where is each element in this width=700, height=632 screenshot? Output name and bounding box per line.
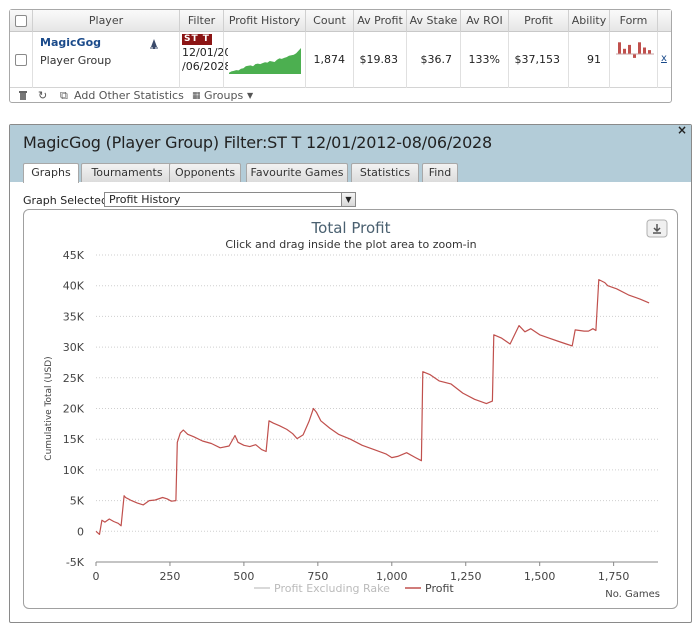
table-row[interactable]: MagicGog Player Group ST T 12/01/20 /06/… bbox=[10, 32, 671, 88]
y-tick-label: 40K bbox=[63, 280, 85, 293]
profit-value: $37,153 bbox=[509, 32, 569, 88]
player-group-label: Player Group bbox=[40, 54, 112, 67]
chart-container: Total Profit Click and drag inside the pl… bbox=[23, 209, 678, 609]
refresh-icon[interactable]: ↻ bbox=[38, 89, 47, 103]
y-axis-label: Cumulative Total (USD) bbox=[44, 356, 54, 460]
groups-dropdown[interactable]: Groups bbox=[204, 89, 243, 103]
graph-window: MagicGog (Player Group) Filter:ST T 12/0… bbox=[9, 123, 692, 623]
chart-title: Total Profit bbox=[311, 219, 391, 237]
form-indicator bbox=[616, 42, 654, 58]
x-axis-label: No. Games bbox=[605, 589, 660, 600]
tab-favourite-games[interactable]: Favourite Games bbox=[246, 163, 348, 182]
y-tick-label: 20K bbox=[63, 403, 85, 416]
select-all-checkbox[interactable] bbox=[15, 15, 27, 27]
remove-cell: x bbox=[658, 32, 671, 88]
ability-value: 91 bbox=[569, 32, 610, 88]
legend-label-profit-excluding-rake[interactable]: Profit Excluding Rake bbox=[274, 582, 390, 595]
y-tick-label: 10K bbox=[63, 464, 85, 477]
player-grid: Player Filter Profit History Count Av Pr… bbox=[9, 9, 672, 103]
chevron-down-icon[interactable]: ▼ bbox=[247, 89, 253, 103]
legend-label-profit[interactable]: Profit bbox=[425, 582, 454, 595]
chart-legend: Profit Excluding Rake Profit bbox=[254, 582, 454, 595]
x-tick-label: 250 bbox=[159, 570, 180, 583]
av-profit-value: $19.83 bbox=[354, 32, 407, 88]
add-other-statistics-button[interactable]: Add Other Statistics bbox=[74, 89, 184, 103]
profit-chart[interactable]: Total ProfitClick and drag inside the pl… bbox=[24, 210, 679, 610]
y-tick-label: 0 bbox=[77, 525, 84, 538]
x-tick-label: 1,500 bbox=[524, 570, 556, 583]
column-header-ability[interactable]: Ability bbox=[569, 10, 610, 32]
x-tick-label: 1,250 bbox=[450, 570, 482, 583]
close-icon[interactable]: × bbox=[677, 123, 687, 137]
form-bar bbox=[633, 54, 636, 58]
column-header-count[interactable]: Count bbox=[306, 10, 354, 32]
profit-history-cell bbox=[224, 32, 306, 88]
trash-icon[interactable] bbox=[18, 90, 28, 101]
form-cell bbox=[610, 32, 658, 88]
form-bar bbox=[638, 42, 641, 54]
window-title: MagicGog (Player Group) Filter:ST T 12/0… bbox=[23, 133, 493, 152]
x-tick-label: 1,750 bbox=[598, 570, 630, 583]
y-tick-label: 25K bbox=[63, 372, 85, 385]
tab-statistics[interactable]: Statistics bbox=[351, 163, 419, 182]
x-tick-label: 0 bbox=[93, 570, 100, 583]
download-button[interactable] bbox=[646, 219, 668, 238]
y-tick-label: 30K bbox=[63, 341, 85, 354]
row-checkbox[interactable] bbox=[15, 54, 27, 66]
form-bar bbox=[623, 48, 626, 54]
tab-opponents[interactable]: Opponents bbox=[169, 163, 241, 182]
form-bar bbox=[618, 42, 621, 54]
column-header-av-roi[interactable]: Av ROI bbox=[461, 10, 509, 32]
profit-history-sparkline[interactable] bbox=[225, 32, 305, 88]
tab-graphs[interactable]: Graphs bbox=[23, 163, 79, 183]
series-line-profit bbox=[95, 279, 650, 535]
chevron-down-icon[interactable]: ▼ bbox=[341, 193, 355, 206]
groups-icon: ▦ bbox=[192, 91, 201, 101]
player-name-link[interactable]: MagicGog bbox=[40, 36, 101, 49]
av-roi-value: 133% bbox=[461, 32, 509, 88]
row-select-cell bbox=[10, 32, 33, 88]
count-value: 1,874 bbox=[306, 32, 354, 88]
column-header-av-profit[interactable]: Av Profit bbox=[354, 10, 407, 32]
av-stake-value: $36.7 bbox=[407, 32, 461, 88]
graph-selected-label: Graph Selected: bbox=[23, 194, 112, 207]
y-tick-label: 35K bbox=[63, 310, 85, 323]
y-tick-label: 45K bbox=[63, 249, 85, 262]
column-header-av-stake[interactable]: Av Stake bbox=[407, 10, 461, 32]
tab-find[interactable]: Find bbox=[422, 163, 458, 182]
chart-subtitle: Click and drag inside the plot area to z… bbox=[225, 238, 476, 251]
window-title-bar: MagicGog (Player Group) Filter:ST T 12/0… bbox=[10, 123, 691, 183]
form-bar bbox=[648, 50, 651, 54]
x-tick-label: 500 bbox=[233, 570, 254, 583]
sparkline-area bbox=[229, 48, 301, 74]
remove-row-link[interactable]: x bbox=[661, 53, 667, 64]
add-icon: ⧉ bbox=[60, 89, 68, 102]
y-tick-label: 15K bbox=[63, 433, 85, 446]
column-header-player[interactable]: Player bbox=[33, 10, 180, 32]
column-header-profit-history[interactable]: Profit History bbox=[224, 10, 306, 32]
y-tick-label: -5K bbox=[66, 556, 85, 569]
column-header-form[interactable]: Form bbox=[610, 10, 658, 32]
grid-toolbar: ↻ ⧉ Add Other Statistics ▦ Groups ▼ bbox=[10, 88, 671, 103]
column-header-filter[interactable]: Filter bbox=[180, 10, 224, 32]
y-tick-label: 5K bbox=[70, 495, 85, 508]
form-bar bbox=[628, 44, 631, 54]
grid-header: Player Filter Profit History Count Av Pr… bbox=[10, 10, 671, 32]
group-icon bbox=[150, 39, 158, 49]
graph-select-value: Profit History bbox=[109, 193, 181, 206]
select-all-cell bbox=[10, 10, 33, 32]
graph-select[interactable]: Profit History ▼ bbox=[104, 192, 356, 207]
form-bar bbox=[643, 47, 646, 54]
tab-tournaments[interactable]: Tournaments bbox=[81, 163, 173, 182]
column-header-profit[interactable]: Profit bbox=[509, 10, 569, 32]
filter-cell bbox=[180, 32, 224, 88]
